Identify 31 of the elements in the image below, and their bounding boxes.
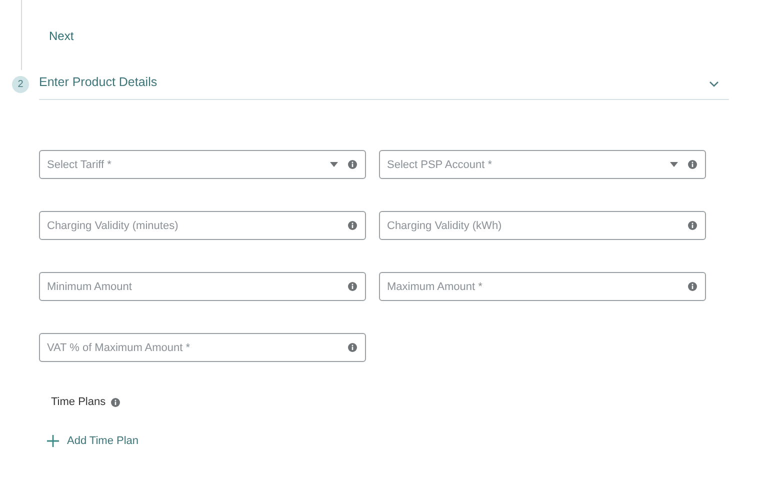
select-input[interactable]: Select Tariff * (47, 158, 320, 170)
text-input[interactable]: VAT % of Maximum Amount * (47, 342, 338, 354)
chevron-icon[interactable] (709, 81, 719, 87)
input-field[interactable]: Minimum Amount (39, 272, 366, 301)
select-field[interactable]: Select PSP Account * (379, 150, 706, 179)
info-icon (688, 221, 697, 230)
text-input[interactable]: Minimum Amount (47, 280, 338, 292)
dropdown-caret-icon (670, 162, 678, 167)
info-icon (110, 398, 120, 406)
input-field[interactable]: Charging Validity (kWh) (379, 211, 706, 240)
input-field[interactable]: VAT % of Maximum Amount * (39, 333, 366, 362)
step-number: 2 (12, 76, 29, 92)
plus-icon (47, 435, 59, 447)
step-title: Enter Product Details (39, 75, 158, 89)
text-input[interactable]: Maximum Amount * (387, 280, 678, 292)
info-icon (348, 221, 357, 230)
next-button[interactable]: Next (49, 29, 74, 43)
section-label: Time Plans (51, 396, 106, 408)
dropdown-caret-icon (330, 162, 338, 167)
input-field[interactable]: Charging Validity (minutes) (39, 211, 366, 240)
info-icon (348, 343, 357, 352)
info-icon (348, 160, 357, 169)
input-field[interactable]: Maximum Amount * (379, 272, 706, 301)
text-input[interactable]: Charging Validity (kWh) (387, 220, 678, 232)
info-icon (688, 160, 697, 169)
select-input[interactable]: Select PSP Account * (387, 158, 660, 170)
select-field[interactable]: Select Tariff * (39, 150, 366, 179)
info-icon (348, 282, 357, 291)
info-icon (688, 282, 697, 291)
add-time-plan-button[interactable]: Add Time Plan (47, 435, 139, 447)
text-input[interactable]: Charging Validity (minutes) (47, 220, 338, 232)
